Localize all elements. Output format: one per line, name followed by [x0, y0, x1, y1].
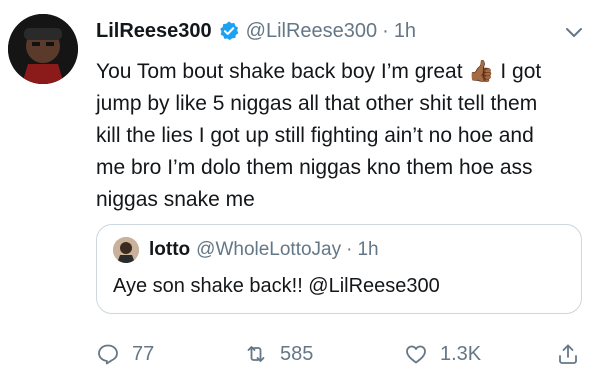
quoted-author-name: lotto [149, 239, 191, 260]
action-bar: 77 585 1.3K [96, 338, 582, 370]
reply-button[interactable]: 77 [96, 338, 154, 370]
retweet-button[interactable]: 585 [244, 338, 313, 370]
verified-badge-icon [219, 21, 238, 41]
share-icon [559, 344, 577, 364]
reply-count: 77 [132, 342, 155, 365]
like-count: 1.3K [440, 342, 482, 365]
chevron-down-icon[interactable] [565, 26, 583, 40]
author-name[interactable]: LilReese300 [96, 20, 212, 43]
quoted-header: lotto @WholeLottoJay · 1h [149, 237, 379, 263]
tweet-header: LilReese300 @LilReese300 · 1h [96, 14, 595, 48]
retweet-count: 585 [280, 342, 314, 365]
quoted-time-separator: · [346, 239, 353, 260]
time-separator: · [382, 19, 389, 42]
like-button[interactable]: 1.3K [404, 338, 481, 370]
like-icon [406, 345, 426, 364]
quoted-tweet[interactable]: lotto @WholeLottoJay · 1h Aye son shake … [96, 224, 582, 314]
share-button[interactable] [556, 338, 580, 370]
quoted-time: 1h [357, 239, 379, 260]
quoted-author-avatar [113, 237, 139, 263]
retweet-icon [247, 346, 265, 362]
reply-icon [98, 344, 118, 365]
author-avatar[interactable] [8, 14, 78, 84]
quoted-text: Aye son shake back!! @LilReese300 [113, 275, 440, 297]
quoted-author-handle: @WholeLottoJay [196, 239, 342, 260]
author-handle[interactable]: @LilReese300 [246, 20, 378, 43]
tweet-text: You Tom bout shake back boy I’m great 👍🏾… [96, 60, 542, 211]
tweet-time[interactable]: 1h [394, 20, 416, 43]
